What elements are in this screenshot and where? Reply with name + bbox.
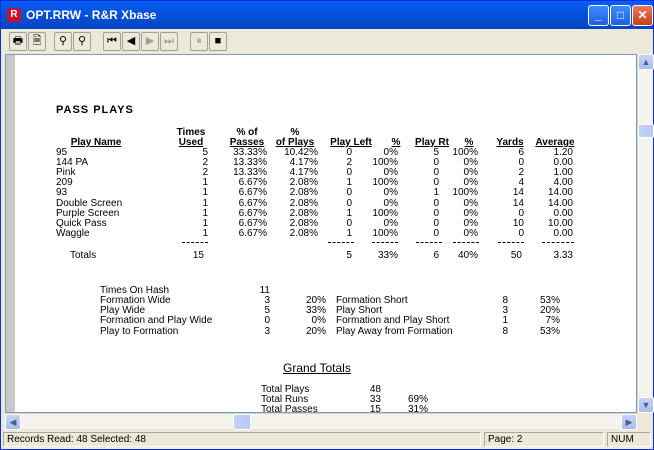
- row-play-left: 1: [346, 227, 352, 239]
- vertical-scroll-thumb[interactable]: [638, 124, 654, 138]
- row-play-left: 0: [346, 187, 352, 199]
- formation-label-alt: Play Away from Formation: [336, 325, 453, 337]
- next-page-icon[interactable]: ▶: [141, 32, 159, 51]
- section-title: PASS PLAYS: [56, 104, 134, 116]
- header-play-rt: Play Rt: [415, 137, 449, 148]
- row-pct-rt: 100%: [452, 187, 478, 199]
- row-play-left: 0: [346, 197, 352, 209]
- totals-left-pct: 33%: [377, 250, 398, 261]
- row-pct-rt: 0%: [463, 197, 478, 209]
- formation-count-alt: 1: [502, 315, 508, 327]
- row-average: 0.00: [553, 227, 573, 239]
- print-icon[interactable]: 🖶: [9, 32, 27, 51]
- totals-rule: [453, 242, 479, 243]
- row-times-used: 1: [202, 227, 208, 239]
- totals-left: 5: [346, 250, 352, 261]
- minimize-button[interactable]: _: [588, 5, 609, 26]
- row-times-used: 1: [202, 197, 208, 209]
- report-page: PASS PLAYS Play Name Times Used % of Pas…: [5, 54, 637, 413]
- row-play-name: Double Screen: [56, 197, 123, 209]
- formation-label: Play to Formation: [100, 325, 179, 337]
- row-average: 14.00: [547, 197, 573, 209]
- row-pct-plays: 2.08%: [289, 227, 318, 239]
- row-play-rt: 0: [433, 227, 439, 239]
- totals-rule: [372, 242, 398, 243]
- row-pct-left: 100%: [372, 227, 398, 239]
- row-pct-plays: 2.08%: [289, 187, 318, 199]
- totals-rule: [416, 242, 442, 243]
- totals-yards: 50: [510, 250, 522, 261]
- grand-label: Total Passes: [261, 404, 318, 413]
- formation-count: 0: [264, 315, 270, 327]
- row-play-rt: 0: [433, 197, 439, 209]
- status-num: NUM: [607, 432, 651, 447]
- totals-label: Totals: [70, 250, 97, 261]
- formation-count-alt: 8: [502, 325, 508, 337]
- totals-rule: [498, 242, 524, 243]
- totals-rt-pct: 40%: [457, 250, 478, 261]
- header-play-name: Play Name: [70, 137, 122, 148]
- stop-icon[interactable]: ■: [209, 32, 227, 51]
- title-bar[interactable]: R OPT.RRW - R&R Xbase _ □ ✕: [1, 1, 653, 29]
- status-page: Page: 2: [484, 432, 604, 447]
- formation-count: 3: [264, 325, 270, 337]
- row-average: 14.00: [547, 187, 573, 199]
- totals-rt: 6: [433, 250, 439, 261]
- totals-rule: [182, 242, 208, 243]
- first-page-icon[interactable]: ⏮: [103, 32, 121, 51]
- scroll-right-icon[interactable]: ▶: [621, 414, 637, 430]
- horizontal-scroll-thumb[interactable]: [233, 414, 251, 430]
- row-play-name: 209: [56, 177, 73, 189]
- row-play-rt: 1: [433, 187, 439, 199]
- totals-times: 15: [192, 250, 204, 261]
- row-pct-rt: 0%: [463, 227, 478, 239]
- prev-page-icon[interactable]: ◀: [122, 32, 140, 51]
- row-pct-passes: 6.67%: [238, 227, 267, 239]
- row-play-name: 93: [56, 187, 68, 199]
- status-records: Records Read: 48 Selected: 48: [3, 432, 481, 447]
- row-pct-plays: 2.08%: [289, 197, 318, 209]
- totals-average: 3.33: [553, 250, 573, 261]
- formation-pct: 0%: [311, 315, 326, 327]
- find-next-icon[interactable]: ⚲: [73, 32, 91, 51]
- report-body: PASS PLAYS Play Name Times Used % of Pas…: [6, 55, 636, 413]
- row-pct-passes: 6.67%: [238, 197, 267, 209]
- totals-rule: [328, 242, 354, 243]
- row-pct-passes: 6.67%: [238, 187, 267, 199]
- app-icon: R: [7, 8, 21, 22]
- maximize-button[interactable]: □: [610, 5, 631, 26]
- toolbar: 🖶 🗎 ⚲ ⚲ ⏮ ◀ ▶ ⏭ ⏸ ■: [3, 29, 651, 53]
- status-bar: Records Read: 48 Selected: 48 Page: 2 NU…: [1, 430, 653, 449]
- vertical-scrollbar[interactable]: ▲ ▼: [637, 54, 654, 413]
- last-page-icon[interactable]: ⏭: [160, 32, 178, 51]
- formation-label: Formation and Play Wide: [100, 315, 213, 327]
- page-setup-icon[interactable]: 🗎: [28, 32, 46, 51]
- horizontal-scrollbar[interactable]: ◀ ▶: [5, 413, 637, 430]
- window-title: OPT.RRW - R&R Xbase: [26, 8, 157, 22]
- formation-pct: 20%: [305, 325, 326, 337]
- row-play-name: Waggle: [56, 227, 90, 239]
- totals-rule: [542, 242, 574, 243]
- row-yards: 14: [512, 197, 524, 209]
- row-times-used: 1: [202, 187, 208, 199]
- formation-pct-alt: 53%: [539, 325, 560, 337]
- app-window: R OPT.RRW - R&R Xbase _ □ ✕ 🖶 🗎 ⚲ ⚲ ⏮ ◀ …: [0, 0, 654, 450]
- formation-pct-alt: 7%: [545, 315, 560, 327]
- pause-icon[interactable]: ⏸: [190, 32, 208, 51]
- row-pct-left: 0%: [383, 187, 398, 199]
- scroll-left-icon[interactable]: ◀: [5, 414, 21, 430]
- grand-count: 15: [369, 404, 381, 413]
- row-yards: 0: [518, 227, 524, 239]
- row-pct-left: 0%: [383, 197, 398, 209]
- close-button[interactable]: ✕: [632, 5, 653, 26]
- scroll-up-icon[interactable]: ▲: [638, 54, 654, 70]
- grand-totals-title: Grand Totals: [283, 361, 351, 375]
- scroll-down-icon[interactable]: ▼: [638, 397, 654, 413]
- formation-label-alt: Formation and Play Short: [336, 315, 450, 327]
- find-icon[interactable]: ⚲: [54, 32, 72, 51]
- grand-pct: 31%: [407, 404, 428, 413]
- row-yards: 14: [512, 187, 524, 199]
